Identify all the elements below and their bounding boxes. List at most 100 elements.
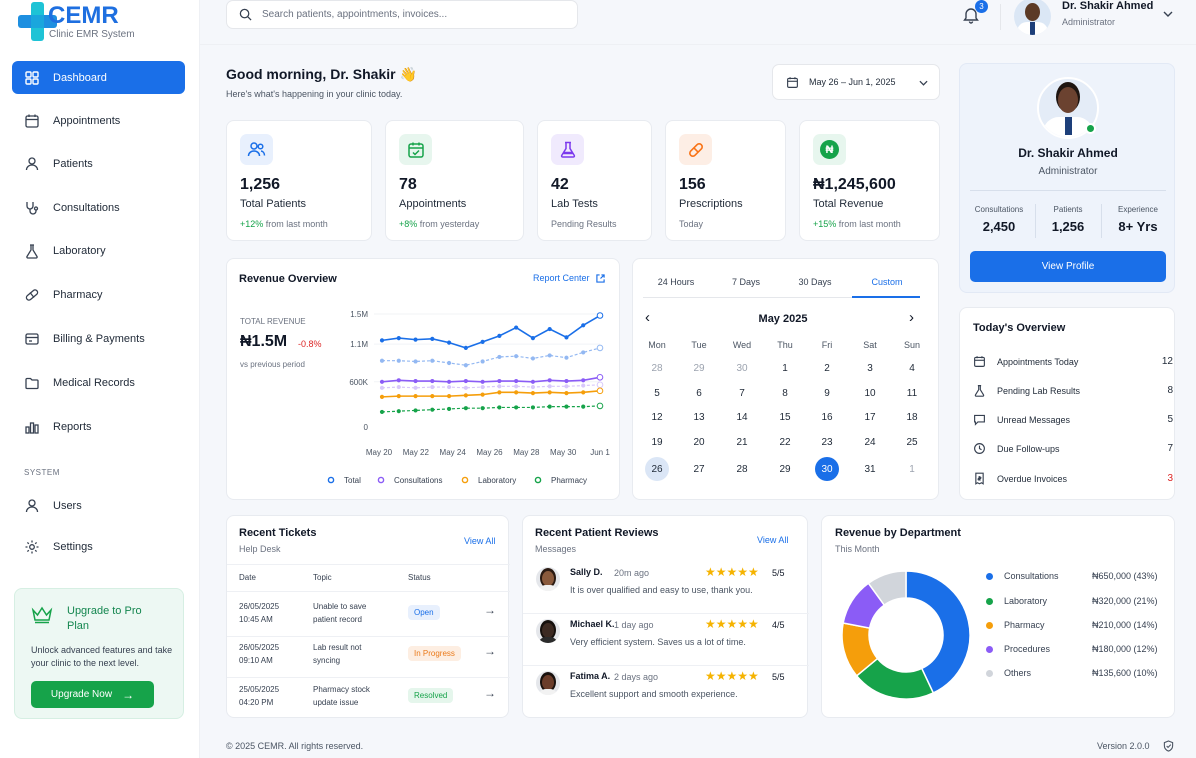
calendar-day[interactable]: 12: [645, 405, 669, 429]
calendar-day[interactable]: 11: [900, 381, 924, 405]
calendar-day[interactable]: 28: [730, 457, 754, 481]
calendar-day[interactable]: 5: [645, 381, 669, 405]
search-bar[interactable]: [226, 0, 578, 29]
legend-marker: [377, 476, 385, 484]
overview-value: 8: [1167, 385, 1173, 396]
calendar-day[interactable]: 31: [858, 457, 882, 481]
calendar-day[interactable]: 13: [687, 405, 711, 429]
overview-value: 5: [1167, 414, 1173, 425]
flask-icon: [560, 141, 575, 158]
data-point: [564, 391, 569, 396]
stat-card-prescriptions[interactable]: 156 Prescriptions Today: [665, 120, 786, 241]
stat-card-lab-tests[interactable]: 42 Lab Tests Pending Results: [537, 120, 652, 241]
footer-copyright: © 2025 CEMR. All rights reserved.: [226, 741, 364, 751]
calendar-day[interactable]: 7: [730, 381, 754, 405]
arrow-right-icon[interactable]: →: [484, 603, 496, 617]
calendar-day[interactable]: 29: [773, 457, 797, 481]
calendar-day[interactable]: 18: [900, 405, 924, 429]
sidebar-item-laboratory[interactable]: Laboratory: [12, 234, 185, 267]
sidebar-item-label: Reports: [53, 420, 92, 433]
reviews-view-all-link[interactable]: View All: [757, 535, 788, 545]
overview-item-overdue-invoices[interactable]: Overdue Invoices 3: [973, 472, 1173, 485]
data-point: [430, 378, 435, 384]
user-menu[interactable]: Dr. Shakir Ahmed Administrator: [1014, 0, 1179, 35]
stat-label: Total Patients: [240, 198, 307, 210]
sidebar-item-label: Users: [53, 499, 82, 512]
date-range-picker[interactable]: May 26 – Jun 1, 2025: [772, 64, 940, 100]
calendar-day[interactable]: 16: [815, 405, 839, 429]
calendar-day[interactable]: 30: [730, 356, 754, 380]
calendar-day[interactable]: 10: [858, 381, 882, 405]
calendar-day[interactable]: 3: [858, 356, 882, 380]
calendar-day[interactable]: 1: [900, 457, 924, 481]
weekday-label: Sat: [863, 340, 877, 350]
overview-item-appointments[interactable]: Appointments Today 12: [973, 355, 1173, 368]
calendar-day[interactable]: 20: [687, 430, 711, 454]
data-point: [463, 406, 468, 411]
calendar-day[interactable]: 19: [645, 430, 669, 454]
data-point: [596, 344, 604, 352]
search-input[interactable]: [262, 9, 562, 20]
tab-30-days[interactable]: 30 Days: [784, 277, 846, 287]
sidebar-item-medical-records[interactable]: Medical Records: [12, 366, 185, 399]
list-item: Sally D. 20m ago ★★★★★ 5/5 It is over qualif…: [523, 564, 809, 614]
arrow-right-icon[interactable]: →: [484, 686, 496, 700]
calendar-day[interactable]: 8: [773, 381, 797, 405]
sidebar-item-patients[interactable]: Patients: [12, 147, 185, 180]
sidebar-item-pharmacy[interactable]: Pharmacy: [12, 278, 185, 311]
calendar-day[interactable]: 29: [687, 356, 711, 380]
overview-item-lab-results[interactable]: Pending Lab Results 8: [973, 384, 1173, 397]
notification-button[interactable]: 3: [960, 0, 988, 26]
view-profile-button[interactable]: View Profile: [970, 251, 1166, 282]
tab-custom[interactable]: Custom: [853, 277, 921, 287]
calendar-day[interactable]: 9: [815, 381, 839, 405]
calendar-day[interactable]: 1: [773, 356, 797, 380]
stethoscope-icon: [26, 201, 39, 215]
table-row[interactable]: 26/05/2025 10:45 AM Unable to save patient …: [227, 597, 510, 637]
data-point: [413, 337, 418, 342]
calendar-day[interactable]: 4: [900, 356, 924, 380]
tab-7-days[interactable]: 7 Days: [715, 277, 777, 287]
sidebar-item-appointments[interactable]: Appointments: [12, 104, 185, 137]
sidebar-item-settings[interactable]: Settings: [12, 530, 185, 563]
calendar-day[interactable]: 2: [815, 356, 839, 380]
appointments-stat-icon: [399, 134, 432, 165]
stat-card-appointments[interactable]: 78 Appointments +8% from yesterday: [385, 120, 524, 241]
sidebar-item-billing[interactable]: Billing & Payments: [12, 322, 185, 355]
calendar-day[interactable]: 17: [858, 405, 882, 429]
calendar-day[interactable]: 14: [730, 405, 754, 429]
sidebar-item-dashboard[interactable]: Dashboard: [12, 61, 185, 94]
avatar-body: [538, 585, 558, 591]
calendar-day[interactable]: 22: [773, 430, 797, 454]
upgrade-now-button[interactable]: Upgrade Now →: [31, 681, 154, 708]
calendar-day[interactable]: 15: [773, 405, 797, 429]
calendar-day[interactable]: 26: [645, 457, 669, 481]
data-point: [514, 390, 519, 395]
arrow-right-icon[interactable]: →: [484, 644, 496, 658]
next-month-button[interactable]: ›: [909, 309, 914, 326]
calendar-day[interactable]: 23: [815, 430, 839, 454]
calendar-day[interactable]: 28: [645, 356, 669, 380]
overview-item-messages[interactable]: Unread Messages 5: [973, 413, 1173, 426]
data-point: [413, 359, 418, 364]
calendar-day[interactable]: 30: [815, 457, 839, 481]
calendar-day[interactable]: 27: [687, 457, 711, 481]
stat-card-revenue[interactable]: ₦ ₦1,245,600 Total Revenue +15% from las…: [799, 120, 940, 241]
sidebar-item-consultations[interactable]: Consultations: [12, 191, 185, 224]
overview-item-follow-ups[interactable]: Due Follow-ups 7: [973, 442, 1173, 455]
stat-card-patients[interactable]: 1,256 Total Patients +12% from last mont…: [226, 120, 372, 241]
notification-badge: 3: [975, 0, 988, 13]
ticket-date: 26/05/2025: [239, 602, 280, 611]
table-row[interactable]: 25/05/2025 04:20 PM Pharmacy stock update i…: [227, 680, 510, 720]
sidebar-item-users[interactable]: Users: [12, 489, 185, 522]
sidebar-item-reports[interactable]: Reports: [12, 410, 185, 443]
calendar-day[interactable]: 25: [900, 430, 924, 454]
table-row[interactable]: 26/05/2025 09:10 AM Lab result not syncing I…: [227, 638, 510, 678]
calendar-day[interactable]: 24: [858, 430, 882, 454]
tickets-view-all-link[interactable]: View All: [464, 536, 495, 546]
calendar-day[interactable]: 6: [687, 381, 711, 405]
data-point: [547, 404, 552, 409]
data-point: [396, 384, 401, 390]
calendar-day[interactable]: 21: [730, 430, 754, 454]
tab-24-hours[interactable]: 24 Hours: [645, 277, 707, 287]
